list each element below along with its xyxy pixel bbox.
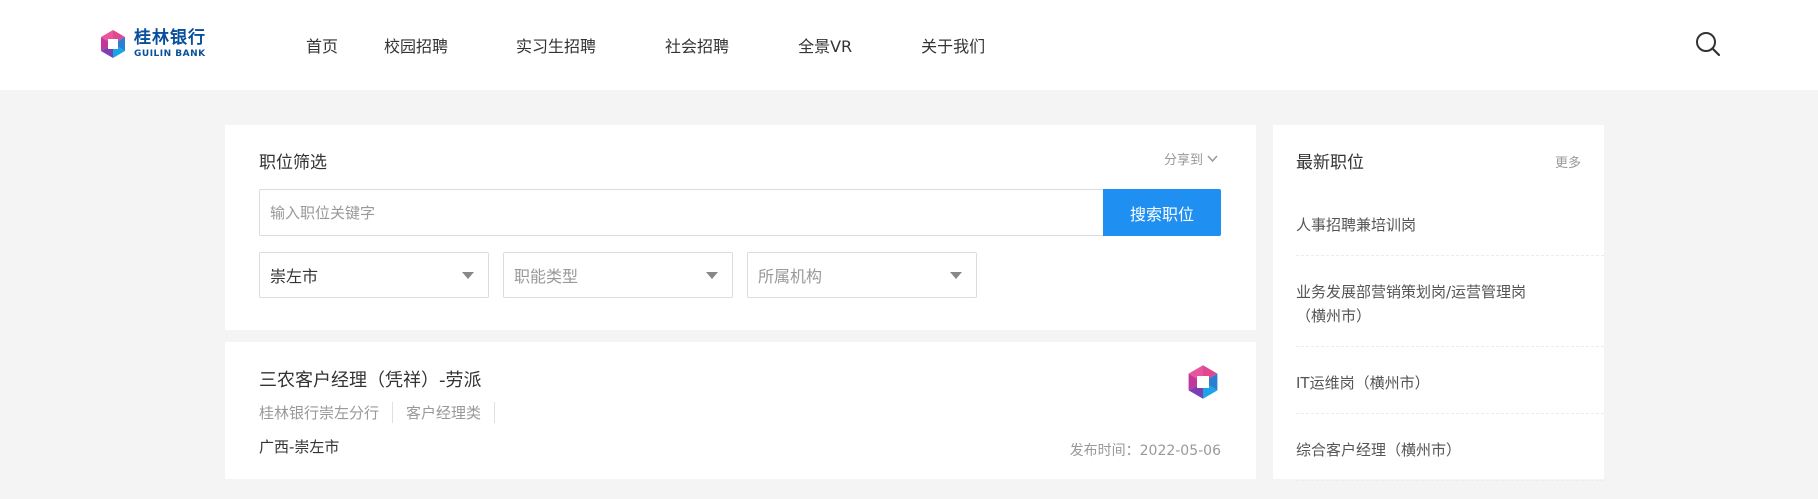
latest-jobs-panel: 最新职位 更多 人事招聘兼培训岗 业务发展部营销策划岗/运营管理岗（横州市） I… [1273, 125, 1604, 481]
nav-campus-recruit[interactable]: 校园招聘 [384, 33, 448, 57]
job-meta: 桂林银行崇左分行 客户经理类 [259, 402, 508, 423]
filter-title: 职位筛选 [259, 153, 327, 173]
job-filter-panel: 职位筛选 分享到 搜索职位 崇左市 职能类型 所属机构 [225, 125, 1256, 330]
keyword-search-input[interactable] [259, 189, 1103, 236]
job-org: 桂林银行崇左分行 [259, 402, 394, 423]
nav-vr-tour[interactable]: 全景VR [798, 33, 852, 57]
latest-job-title[interactable]: 综合客户经理（横州市） [1296, 438, 1536, 462]
latest-job-title[interactable]: 业务发展部营销策划岗/运营管理岗（横州市） [1296, 280, 1536, 328]
job-date-value: 2022-05-06 [1139, 443, 1221, 459]
latest-job-title[interactable]: IT运维岗（横州市） [1296, 371, 1536, 395]
dropdown-caret-icon [462, 272, 474, 279]
top-navbar: 桂林银行 GUILIN BANK 首页 校园招聘 实习生招聘 社会招聘 全景VR… [0, 0, 1818, 90]
latest-job-item[interactable]: IT运维岗（横州市） [1296, 365, 1604, 414]
chevron-down-icon [1207, 154, 1218, 162]
dropdown-caret-icon [950, 272, 962, 279]
more-link[interactable]: 更多 [1555, 152, 1581, 171]
bank-logo-icon [101, 30, 125, 58]
latest-job-item[interactable]: 综合客户经理（横州市） [1296, 432, 1604, 481]
latest-job-title[interactable]: 人事招聘兼培训岗 [1296, 213, 1536, 237]
latest-job-item[interactable]: 人事招聘兼培训岗 [1296, 207, 1604, 256]
job-category: 客户经理类 [406, 402, 496, 423]
job-list-item[interactable]: 三农客户经理（凭祥）-劳派 桂林银行崇左分行 客户经理类 广西-崇左市 发布时间… [225, 342, 1256, 479]
nav-intern-recruit[interactable]: 实习生招聘 [516, 33, 596, 57]
search-jobs-button[interactable]: 搜索职位 [1103, 189, 1221, 236]
job-date-label: 发布时间： [1069, 443, 1140, 459]
search-icon[interactable] [1694, 30, 1722, 58]
latest-jobs-title: 最新职位 [1296, 153, 1364, 173]
category-select[interactable]: 职能类型 [503, 252, 733, 298]
logo-name-cn: 桂林银行 [134, 27, 206, 48]
job-publish-date: 发布时间：2022-05-06 [1070, 440, 1221, 460]
main-nav: 首页 校园招聘 实习生招聘 社会招聘 全景VR 关于我们 [306, 0, 985, 90]
bank-logo[interactable]: 桂林银行 GUILIN BANK [98, 28, 206, 60]
nav-social-recruit[interactable]: 社会招聘 [665, 33, 729, 57]
city-select[interactable]: 崇左市 [259, 252, 489, 298]
org-select-placeholder: 所属机构 [758, 267, 823, 286]
dropdown-caret-icon [706, 272, 718, 279]
nav-home[interactable]: 首页 [306, 33, 338, 57]
latest-jobs-list: 人事招聘兼培训岗 业务发展部营销策划岗/运营管理岗（横州市） IT运维岗（横州市… [1296, 207, 1604, 499]
bank-logo-icon [1188, 365, 1218, 399]
city-select-value: 崇左市 [270, 267, 319, 286]
nav-about-us[interactable]: 关于我们 [921, 33, 985, 57]
share-label: 分享到 [1163, 153, 1203, 168]
category-select-placeholder: 职能类型 [514, 267, 579, 286]
org-select[interactable]: 所属机构 [747, 252, 977, 298]
job-location: 广西-崇左市 [259, 438, 340, 456]
keyword-search-row: 搜索职位 [259, 189, 1221, 236]
logo-name-en: GUILIN BANK [134, 48, 206, 59]
job-title[interactable]: 三农客户经理（凭祥）-劳派 [259, 366, 482, 392]
latest-job-item[interactable]: 业务发展部营销策划岗/运营管理岗（横州市） [1296, 274, 1604, 347]
filter-selects: 崇左市 职能类型 所属机构 [259, 252, 991, 298]
share-dropdown[interactable]: 分享到 [1164, 149, 1218, 168]
